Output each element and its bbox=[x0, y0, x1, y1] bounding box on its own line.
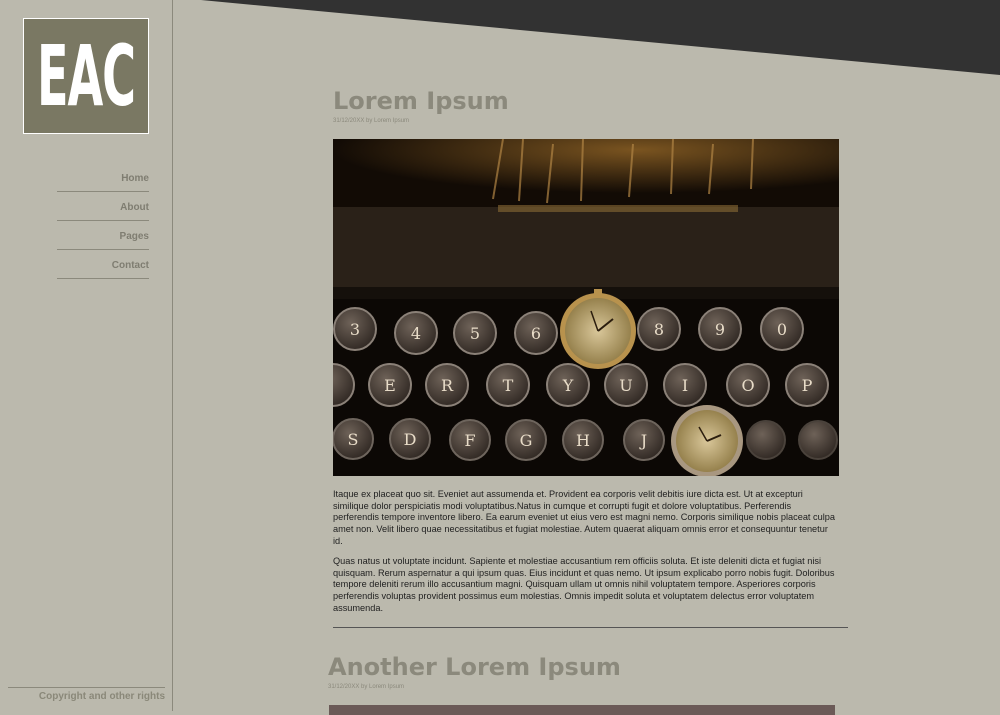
nav-item-about[interactable]: About bbox=[57, 199, 149, 221]
post-title[interactable]: Lorem Ipsum bbox=[333, 87, 509, 115]
svg-text:O: O bbox=[741, 376, 754, 395]
post-paragraph: Quas natus ut voluptate incidunt. Sapien… bbox=[333, 556, 835, 613]
site-logo[interactable]: EAC bbox=[23, 18, 149, 134]
svg-text:R: R bbox=[441, 376, 454, 395]
post-title[interactable]: Another Lorem Ipsum bbox=[328, 653, 621, 681]
header-banner bbox=[201, 0, 1000, 75]
svg-text:6: 6 bbox=[531, 324, 541, 343]
nav-item-pages[interactable]: Pages bbox=[57, 228, 149, 250]
svg-text:I: I bbox=[682, 376, 688, 395]
footer-divider bbox=[8, 687, 165, 688]
post-featured-image: 3 4 5 6 8 9 0 E R T Y U I O P S D F G H J bbox=[333, 139, 839, 476]
svg-text:F: F bbox=[464, 431, 475, 450]
post-featured-image bbox=[329, 705, 835, 715]
svg-text:S: S bbox=[348, 430, 359, 449]
logo-text: EAC bbox=[37, 27, 136, 125]
svg-text:T: T bbox=[503, 376, 514, 395]
svg-text:H: H bbox=[576, 431, 590, 450]
svg-text:Y: Y bbox=[562, 376, 574, 395]
svg-text:J: J bbox=[639, 431, 647, 450]
svg-text:D: D bbox=[404, 430, 417, 449]
svg-text:0: 0 bbox=[777, 320, 787, 339]
post-meta: 31/12/20XX by Lorem Ipsum bbox=[328, 684, 405, 690]
main-nav: Home About Pages Contact bbox=[57, 170, 149, 286]
svg-text:G: G bbox=[520, 431, 533, 450]
svg-text:U: U bbox=[619, 376, 632, 395]
svg-text:8: 8 bbox=[654, 320, 664, 339]
sidebar: EAC Home About Pages Contact Copyright a… bbox=[0, 0, 173, 711]
svg-text:9: 9 bbox=[715, 320, 725, 339]
svg-text:P: P bbox=[802, 376, 813, 395]
post-divider bbox=[333, 627, 848, 628]
svg-text:5: 5 bbox=[470, 324, 480, 343]
svg-text:E: E bbox=[384, 376, 396, 395]
svg-text:3: 3 bbox=[350, 320, 360, 339]
post-paragraph: Itaque ex placeat quo sit. Eveniet aut a… bbox=[333, 489, 836, 546]
nav-item-home[interactable]: Home bbox=[57, 170, 149, 192]
svg-text:4: 4 bbox=[411, 324, 421, 343]
nav-item-contact[interactable]: Contact bbox=[57, 257, 149, 279]
post-meta: 31/12/20XX by Lorem Ipsum bbox=[333, 118, 410, 124]
copyright-text: Copyright and other rights bbox=[38, 691, 165, 702]
